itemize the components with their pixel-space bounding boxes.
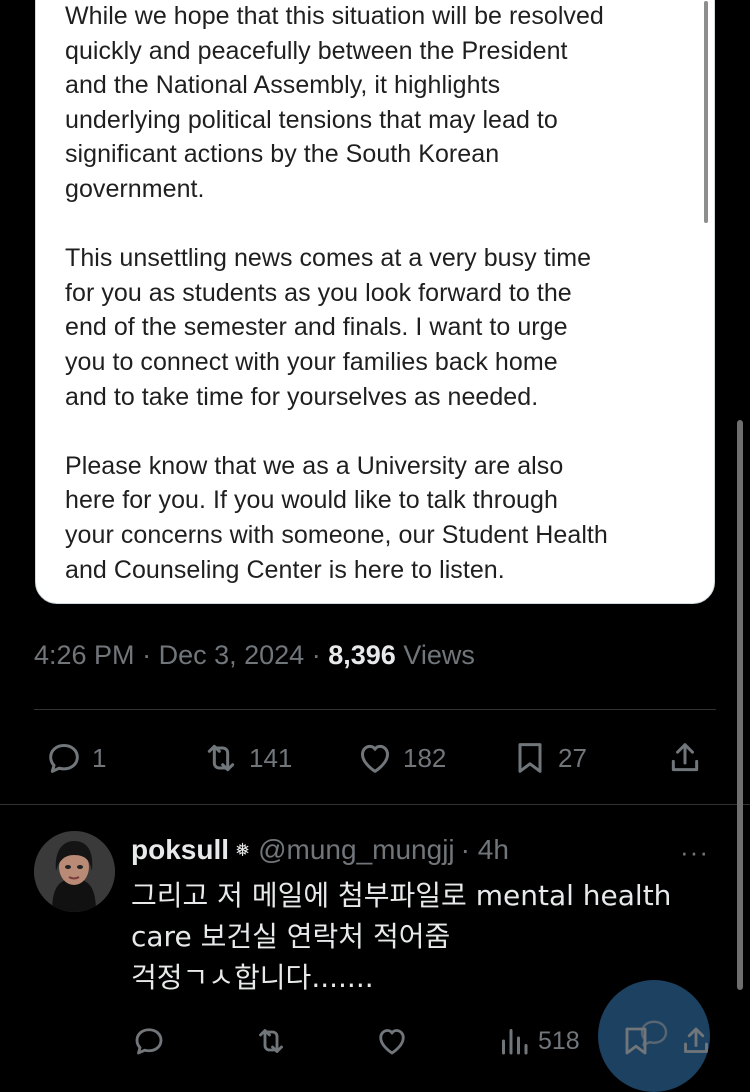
bookmark-icon [518, 743, 542, 773]
like-count: 182 [403, 742, 447, 773]
views-count: 8,396 [328, 640, 396, 670]
share-button[interactable] [665, 738, 705, 778]
email-screenshot-card[interactable]: While we hope that this situation will b… [35, 0, 715, 604]
email-paragraph-2: This unsettling news comes at a very bus… [65, 244, 592, 411]
page-scrollbar[interactable] [737, 420, 743, 990]
reply-line-1: 그리고 저 메일에 첨부파일로 mental health [131, 879, 672, 912]
snowflake-badge-icon: ❅ [235, 839, 251, 860]
email-text: While we hope that this situation will b… [65, 0, 695, 587]
reply-header: poksull ❅ @mung_mungjj · 4h [131, 834, 509, 866]
like-button[interactable]: 182 [355, 738, 446, 778]
repost-button[interactable]: 141 [201, 738, 292, 778]
reply-views-button[interactable]: 518 [496, 1022, 580, 1060]
divider [34, 709, 716, 710]
reply-line-3: 걱정ㄱㅅ합니다....... [131, 961, 374, 994]
views-label[interactable]: Views [403, 640, 475, 670]
reply-display-name[interactable]: poksull [131, 834, 229, 866]
post-date: Dec 3, 2024 [158, 640, 305, 670]
heart-icon [361, 744, 389, 773]
reply-icon [49, 744, 79, 773]
reply-icon [135, 1028, 163, 1055]
reply-count: 1 [92, 742, 107, 773]
bookmark-count: 27 [558, 742, 587, 773]
heart-icon [379, 1029, 405, 1055]
reply-text: 그리고 저 메일에 첨부파일로 mental health care 보건실 연… [131, 875, 691, 998]
card-scrollbar [704, 1, 708, 223]
analytics-icon [502, 1029, 528, 1055]
compose-reply-icon [636, 1014, 672, 1052]
email-paragraph-3: Please know that we as a University are … [65, 451, 608, 584]
more-options-icon[interactable]: ··· [680, 837, 709, 868]
divider [0, 804, 750, 805]
reply-handle[interactable]: @mung_mungjj [258, 834, 455, 866]
post-time: 4:26 PM [34, 640, 135, 670]
speech-bubble-icon [640, 1020, 668, 1047]
reply-button[interactable]: 1 [44, 738, 106, 778]
meta-separator: · [311, 640, 321, 670]
bookmark-button[interactable]: 27 [510, 738, 587, 778]
reply-line-2: care 보건실 연락처 적어줌 [131, 920, 451, 953]
repost-icon [259, 1029, 283, 1053]
reply-repost-button[interactable] [253, 1022, 289, 1060]
reply-like-button[interactable] [374, 1022, 410, 1060]
avatar-image [34, 831, 115, 912]
repost-icon [207, 744, 235, 772]
reply-time[interactable]: · 4h [461, 834, 509, 866]
reply-reply-button[interactable] [131, 1022, 167, 1060]
email-paragraph-1: While we hope that this situation will b… [65, 2, 604, 203]
avatar[interactable] [34, 831, 115, 912]
share-icon [684, 1027, 708, 1053]
share-icon [671, 743, 699, 772]
reply-views-count: 518 [538, 1026, 580, 1055]
reply-share-button[interactable] [678, 1022, 714, 1060]
meta-separator: · [142, 640, 152, 670]
repost-count: 141 [249, 742, 293, 773]
post-meta: 4:26 PM · Dec 3, 2024 · 8,396 Views [34, 640, 475, 671]
